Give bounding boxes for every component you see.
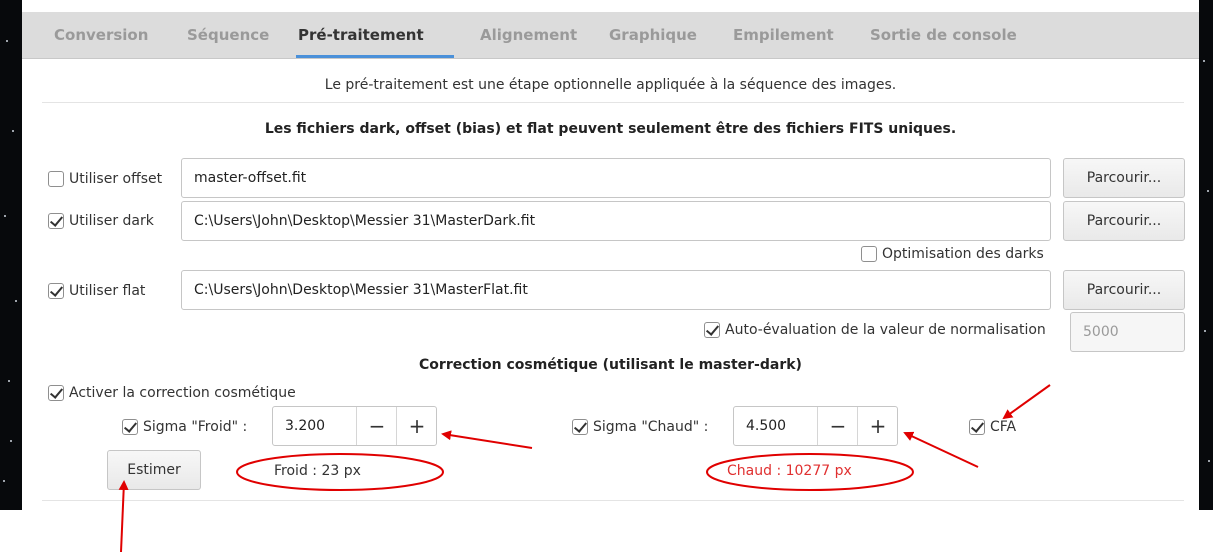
cold-result-ellipse — [236, 453, 444, 491]
arrow-to-cold-spinner — [441, 430, 533, 449]
arrow-to-estimate-button — [118, 480, 129, 553]
arrow-to-cfa — [1002, 384, 1051, 420]
hot-result-ellipse — [706, 453, 914, 491]
arrow-to-hot-spinner — [903, 431, 979, 468]
annotation-overlay — [118, 384, 1051, 553]
